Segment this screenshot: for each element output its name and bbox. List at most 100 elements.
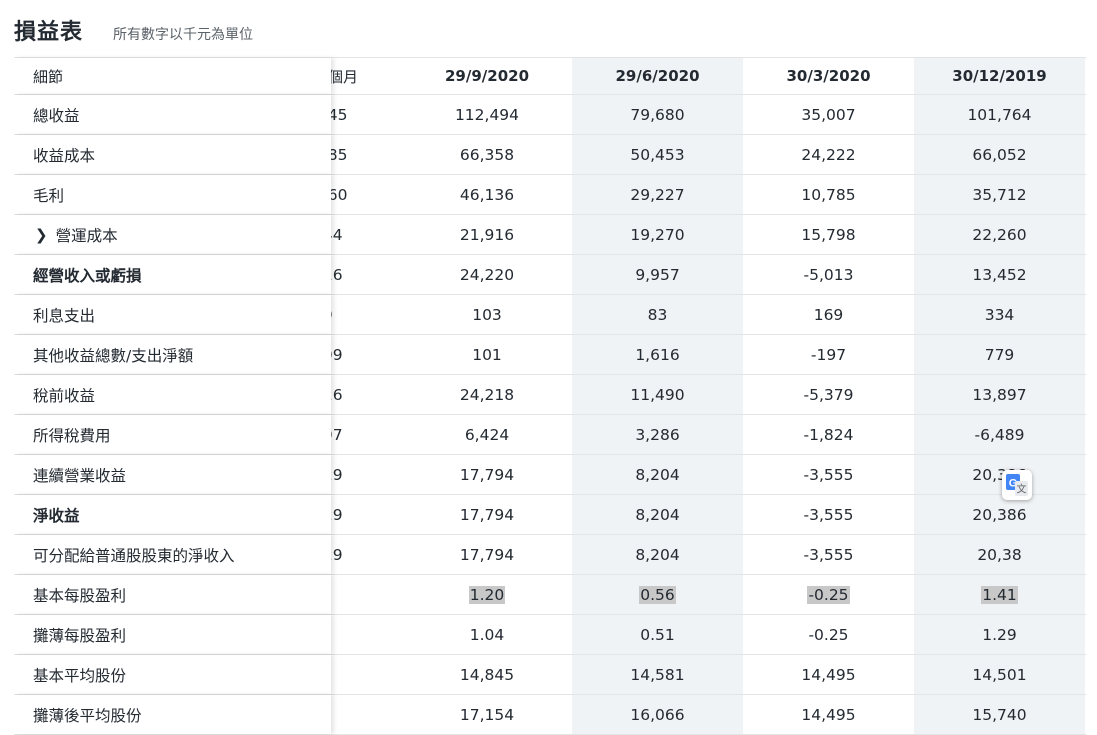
cell-value: 17,794 <box>459 545 515 564</box>
cell-value: 103 <box>472 305 502 324</box>
column-header-details: 細節 <box>14 58 331 94</box>
cell-value: 24,222 <box>801 145 856 164</box>
cell-value: 6,424 <box>464 425 510 444</box>
cell-value: 9,957 <box>572 255 743 294</box>
table-row: 淨收益 829 17,794 8,204 -3,555 20,386 <box>14 495 1086 535</box>
column-header-date: 30/12/2019 <box>914 58 1085 94</box>
table-row: 可分配給普通股股東的淨收入 829 17,794 8,204 -3,555 20… <box>14 535 1086 575</box>
table-row: 所得稅費用 397 6,424 3,286 -1,824 -6,489 <box>14 415 1086 455</box>
selected-text: 0.56 <box>639 585 676 604</box>
table-row: 基本每股盈利 - 1.20 0.56 -0.25 1.41 <box>14 575 1086 615</box>
cell-value: 8,204 <box>572 495 743 534</box>
expand-row-button[interactable]: ❯ 營運成本 <box>14 215 331 254</box>
cell-value: 10,785 <box>801 185 856 204</box>
column-header-date: 30/3/2020 <box>786 67 871 85</box>
cell-value: 14,495 <box>801 665 856 684</box>
cell-value: 13,897 <box>914 375 1085 414</box>
cell-value: 334 <box>914 295 1085 334</box>
cell-value: 8,204 <box>572 535 743 574</box>
table-row: 利息支出 39 103 83 169 334 <box>14 295 1086 335</box>
row-label: 基本平均股份 <box>14 655 331 694</box>
row-label: 可分配給普通股股東的淨收入 <box>14 535 331 574</box>
cell-value: 779 <box>914 335 1085 374</box>
cell-value: 22,260 <box>914 215 1085 254</box>
row-label: 收益成本 <box>14 135 331 174</box>
cell-value: 13,452 <box>914 255 1085 294</box>
table-row: 收益成本 ,085 66,358 50,453 24,222 66,052 <box>14 135 1086 175</box>
page-header: 損益表 所有數字以千元為單位 <box>14 14 253 46</box>
table-row: 基本平均股份 - 14,845 14,581 14,495 14,501 <box>14 655 1086 695</box>
cell-value: -3,555 <box>803 505 854 524</box>
cell-value: -1,824 <box>803 425 854 444</box>
cell-value: -0.25 <box>808 625 849 644</box>
table-row-expandable: ❯ 營運成本 244 21,916 19,270 15,798 22,260 <box>14 215 1086 255</box>
row-label: 稅前收益 <box>14 375 331 414</box>
cell-value: 169 <box>813 305 844 324</box>
row-label: 基本每股盈利 <box>14 575 331 614</box>
cell-value: 1,616 <box>572 335 743 374</box>
cell-value: 19,270 <box>572 215 743 254</box>
cell-value: 101 <box>472 345 502 364</box>
table-row: 連續營業收益 829 17,794 8,204 -3,555 20,386 <box>14 455 1086 495</box>
cell-value: -3,555 <box>803 465 854 484</box>
table-row: 總收益 ,945 112,494 79,680 35,007 101,764 <box>14 95 1086 135</box>
cell-value-selected: 0.56 <box>572 575 743 614</box>
table-row: 攤薄每股盈利 - 1.04 0.51 -0.25 1.29 <box>14 615 1086 655</box>
cell-value: 35,007 <box>801 105 856 124</box>
table-row: 毛利 ,860 46,136 29,227 10,785 35,712 <box>14 175 1086 215</box>
cell-value: 112,494 <box>454 105 520 124</box>
row-label: 其他收益總數/支出淨額 <box>14 335 331 374</box>
row-label: 營運成本 <box>55 226 118 245</box>
cell-value: 17,794 <box>459 505 515 524</box>
cell-value: 3,286 <box>572 415 743 454</box>
cell-value: 14,845 <box>459 665 515 684</box>
income-statement-table: 細節 二個月 29/9/2020 29/6/2020 30/3/2020 30/… <box>14 57 1086 735</box>
cell-value: 17,154 <box>459 705 515 724</box>
cell-value: 50,453 <box>572 135 743 174</box>
column-header-date: 29/6/2020 <box>572 58 743 94</box>
row-label: 利息支出 <box>14 295 331 334</box>
row-label: 所得稅費用 <box>14 415 331 454</box>
row-label: 經營收入或虧損 <box>14 255 331 294</box>
cell-value: -197 <box>810 345 847 364</box>
cell-value: 16,066 <box>572 695 743 734</box>
cell-value: 14,501 <box>914 655 1085 694</box>
cell-value: 101,764 <box>914 95 1085 134</box>
row-label: 攤薄後平均股份 <box>14 695 331 734</box>
row-label: 連續營業收益 <box>14 455 331 494</box>
cell-value: 21,916 <box>459 225 515 244</box>
cell-value: 14,495 <box>801 705 856 724</box>
cell-value: 1.04 <box>469 625 505 644</box>
google-translate-icon[interactable]: G 文 <box>1002 470 1032 500</box>
cell-value: 24,220 <box>459 265 515 284</box>
cell-value: 8,204 <box>572 455 743 494</box>
row-label: 毛利 <box>14 175 331 214</box>
cell-value: 29,227 <box>572 175 743 214</box>
cell-value: 20,38 <box>914 535 1085 574</box>
row-label: 總收益 <box>14 95 331 134</box>
units-note: 所有數字以千元為單位 <box>113 27 254 43</box>
table-row: 攤薄後平均股份 17,154 16,066 14,495 15,740 <box>14 695 1086 735</box>
cell-value: 15,798 <box>801 225 856 244</box>
cell-value: -5,379 <box>803 385 854 404</box>
cell-value: 66,358 <box>459 145 515 164</box>
row-label: 淨收益 <box>14 495 331 534</box>
cell-value-selected: 1.41 <box>914 575 1085 614</box>
cell-value: 11,490 <box>572 375 743 414</box>
chevron-right-icon[interactable]: ❯ <box>35 226 48 244</box>
svg-text:文: 文 <box>1017 483 1027 496</box>
cell-value: 14,581 <box>572 655 743 694</box>
cell-value: -6,489 <box>914 415 1085 454</box>
cell-value: -5,013 <box>803 265 854 284</box>
cell-value: -3,555 <box>803 545 854 564</box>
cell-value-selected: -0.25 <box>743 575 914 614</box>
column-header-date: 29/9/2020 <box>444 67 530 85</box>
cell-value: 20,386 <box>914 495 1085 534</box>
selected-text: 1.41 <box>981 585 1018 604</box>
cell-value: 15,740 <box>914 695 1085 734</box>
cell-value: 0.51 <box>572 615 743 654</box>
table-row: 稅前收益 226 24,218 11,490 -5,379 13,897 <box>14 375 1086 415</box>
cell-value: 1.29 <box>914 615 1085 654</box>
cell-value: 35,712 <box>914 175 1085 214</box>
selected-text: -0.25 <box>807 585 850 604</box>
